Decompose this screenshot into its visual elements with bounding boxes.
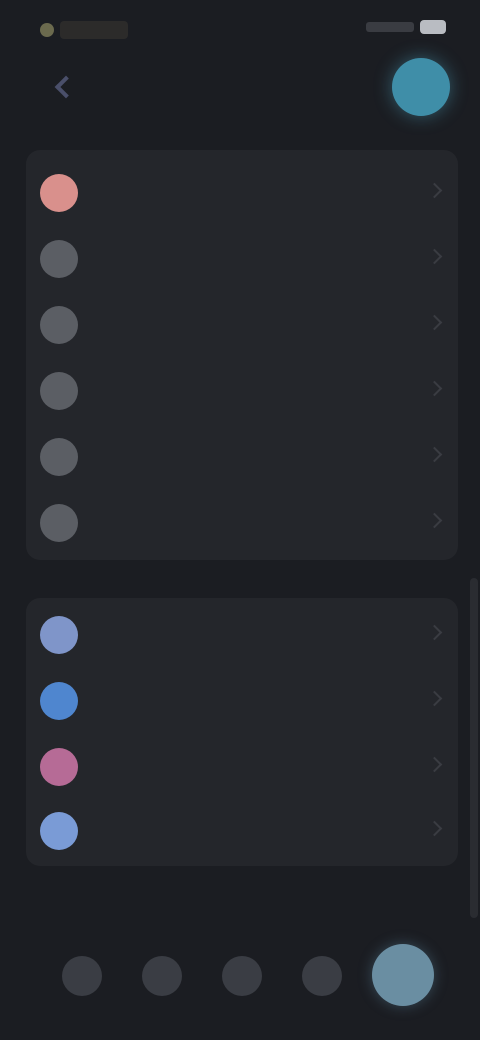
settings-item-icon (40, 372, 78, 410)
list-item[interactable] (26, 668, 458, 734)
bottom-tab-bar (28, 926, 450, 1030)
status-time (40, 18, 128, 42)
profile-avatar (40, 174, 78, 212)
settings-group-1 (26, 150, 458, 560)
status-indicator-icon (40, 23, 54, 37)
list-item[interactable] (26, 734, 458, 800)
chevron-right-icon (426, 182, 443, 199)
chevron-right-icon (426, 380, 443, 397)
battery-icon (420, 20, 446, 34)
settings-item-icon (40, 306, 78, 344)
scrollbar[interactable] (470, 578, 478, 918)
settings-item-icon (40, 438, 78, 476)
list-item[interactable] (26, 602, 458, 668)
settings-item-icon (40, 504, 78, 542)
chevron-right-icon (426, 446, 443, 463)
list-item[interactable] (26, 424, 458, 490)
list-item[interactable] (26, 358, 458, 424)
tab-3-icon[interactable] (222, 956, 262, 996)
header (0, 56, 480, 128)
tab-2-icon[interactable] (142, 956, 182, 996)
settings-item-icon (40, 812, 78, 850)
tab-4-icon[interactable] (302, 956, 342, 996)
status-bar (0, 0, 480, 56)
chevron-right-icon (426, 756, 443, 773)
settings-item-icon (40, 748, 78, 786)
tab-5-icon[interactable] (372, 944, 434, 1006)
list-item[interactable] (26, 292, 458, 358)
tab-1-icon[interactable] (62, 956, 102, 996)
list-item[interactable] (26, 226, 458, 292)
settings-item-icon (40, 240, 78, 278)
status-icons (366, 20, 446, 34)
settings-group-2 (26, 598, 458, 866)
signal-icon (366, 22, 414, 32)
chevron-right-icon (426, 314, 443, 331)
chevron-right-icon (426, 624, 443, 641)
settings-item-icon (40, 616, 78, 654)
settings-item-icon (40, 682, 78, 720)
list-item[interactable] (26, 490, 458, 556)
list-item[interactable] (26, 160, 458, 226)
status-time-text (60, 21, 128, 39)
chevron-right-icon (426, 690, 443, 707)
chevron-right-icon (426, 820, 443, 837)
back-arrow-icon[interactable] (50, 74, 76, 100)
chevron-right-icon (426, 512, 443, 529)
avatar[interactable] (392, 58, 450, 116)
list-item[interactable] (26, 798, 458, 864)
chevron-right-icon (426, 248, 443, 265)
